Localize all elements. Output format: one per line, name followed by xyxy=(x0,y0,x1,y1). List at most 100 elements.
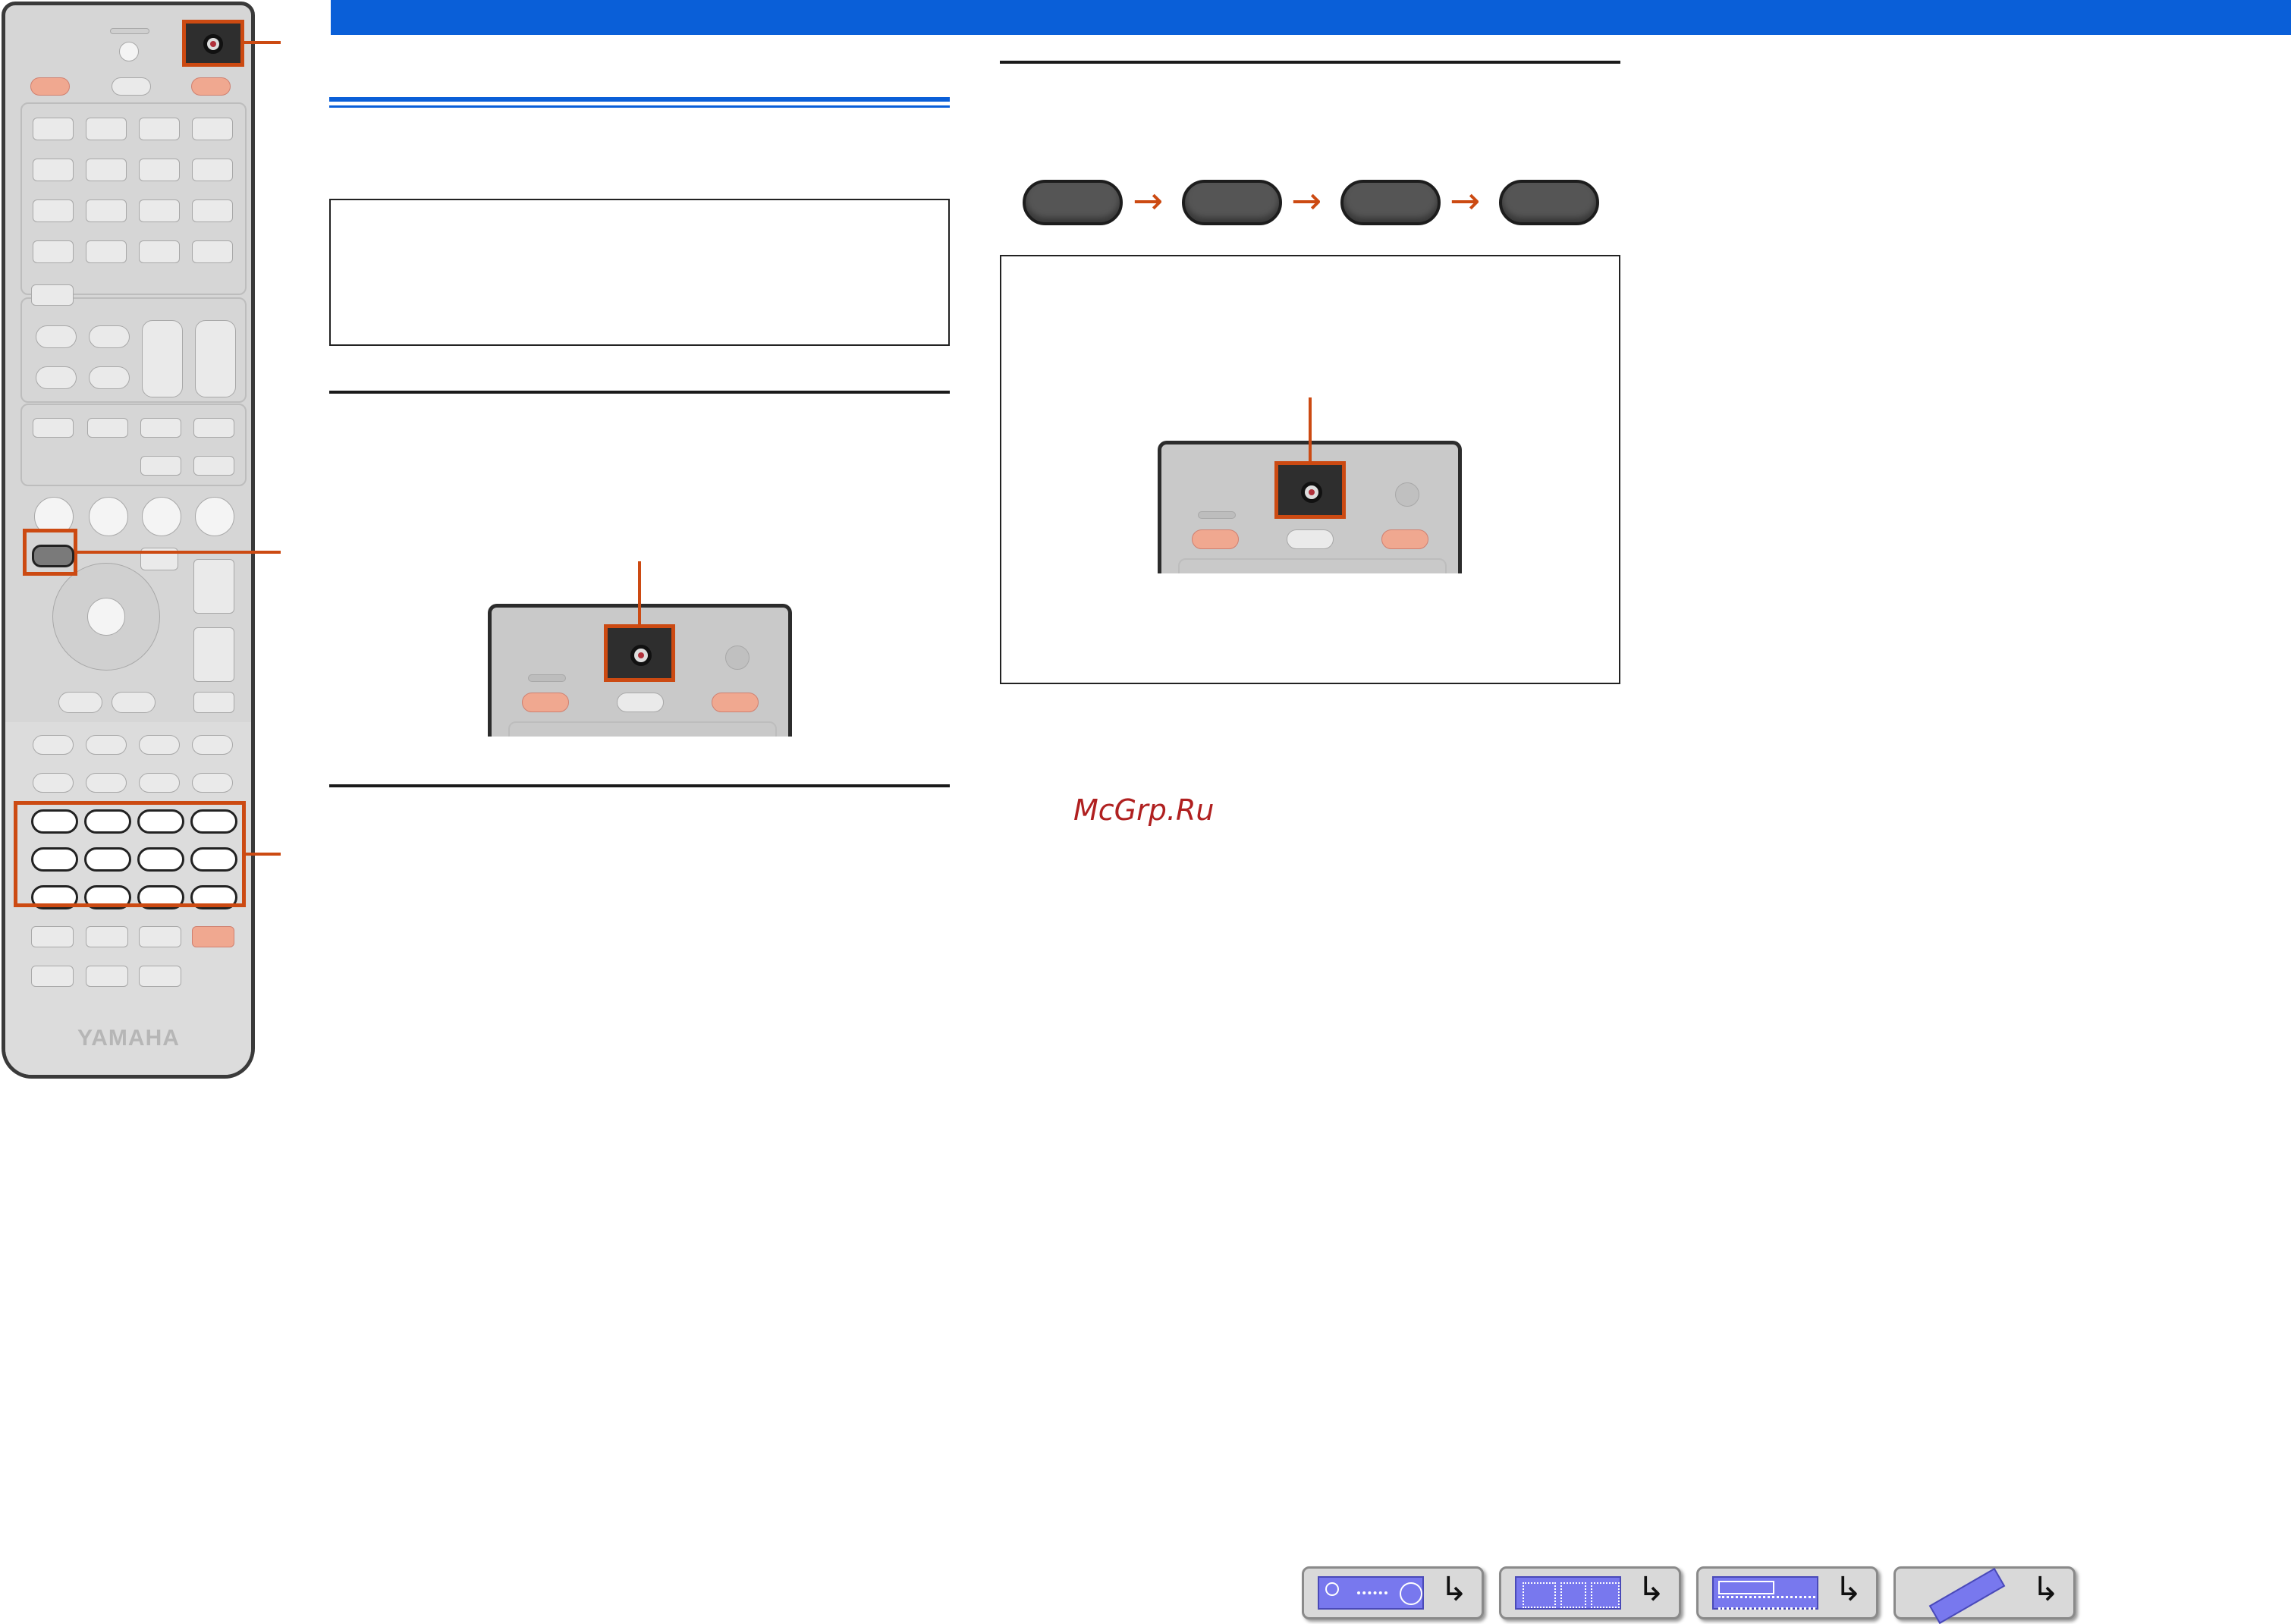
display-button xyxy=(112,692,156,713)
input-button-4 xyxy=(192,118,233,140)
input-button-15 xyxy=(139,240,180,263)
inset-right-indicator xyxy=(1198,511,1236,519)
inset-left-receiver-power xyxy=(712,693,759,712)
header-bar xyxy=(331,0,2291,35)
leader-line-top xyxy=(244,41,281,44)
nav-button-front-display[interactable]: ↳ xyxy=(1696,1566,1878,1619)
tv-power-button xyxy=(192,926,234,947)
front-display-icon xyxy=(1712,1576,1818,1610)
scene-button-3 xyxy=(36,366,77,389)
nav-arrow-icon-3: ↳ xyxy=(1834,1570,1862,1609)
flow-button-2 xyxy=(1182,180,1282,225)
input-button-14 xyxy=(86,240,127,263)
transport-button-4 xyxy=(192,735,233,755)
input-button-16 xyxy=(192,240,233,263)
inset-left-input-section xyxy=(508,721,777,737)
flow-button-1 xyxy=(1023,180,1123,225)
transport-button-7 xyxy=(139,773,180,793)
note-box-left xyxy=(329,199,950,346)
receiver-rear-panel-icon xyxy=(1515,1576,1621,1610)
step-rule-1 xyxy=(329,391,950,394)
nav-button-rear-panel[interactable]: ↳ xyxy=(1499,1566,1681,1619)
transport-button-2 xyxy=(86,735,127,755)
function-button-3 xyxy=(140,418,181,438)
volume-up-button xyxy=(193,559,234,614)
tv-channel-up xyxy=(139,926,181,947)
tv-volume-down xyxy=(86,966,128,987)
nav-button-front-panel[interactable]: ↳ xyxy=(1302,1566,1484,1619)
receiver-front-panel-icon xyxy=(1318,1576,1424,1610)
inset-right-leader xyxy=(1309,397,1312,461)
tv-mute-button xyxy=(31,966,74,987)
inset-right-ir-window xyxy=(1395,482,1419,507)
mute-button xyxy=(193,692,234,713)
tv-channel-down xyxy=(139,966,181,987)
input-button-11 xyxy=(139,199,180,222)
remote-ir-window xyxy=(119,42,139,61)
input-button-8 xyxy=(192,159,233,181)
program-rocker xyxy=(142,320,183,397)
leader-line-middle xyxy=(77,551,281,554)
callout-numeric-keypad xyxy=(14,801,246,907)
inset-left-ir-transmitter-icon xyxy=(630,645,652,666)
scene-button-4 xyxy=(89,366,130,389)
input-button-6 xyxy=(86,159,127,181)
input-button-1 xyxy=(33,118,74,140)
inset-left-ir-window xyxy=(725,646,750,670)
transport-button-6 xyxy=(86,773,127,793)
inset-right-callout xyxy=(1274,461,1346,519)
callout-top-button xyxy=(182,20,244,67)
function-button-5 xyxy=(140,456,181,476)
yamaha-logo: YAMAHA xyxy=(77,1026,180,1051)
function-button-2 xyxy=(87,418,128,438)
input-button-10 xyxy=(86,199,127,222)
section-double-rule-thin xyxy=(329,105,950,108)
function-button-6 xyxy=(193,456,234,476)
tv-input-button xyxy=(31,926,74,947)
input-button-9 xyxy=(33,199,74,222)
transport-button-5 xyxy=(33,773,74,793)
flow-arrow-1: → xyxy=(1133,180,1164,222)
scene-button-1 xyxy=(36,325,77,348)
setup-button xyxy=(32,545,74,567)
step-rule-2 xyxy=(329,784,950,787)
ir-transmitter-icon xyxy=(203,34,223,54)
inset-right-source-power xyxy=(1192,529,1239,549)
transport-button-3 xyxy=(139,735,180,755)
input-button-13 xyxy=(33,240,74,263)
leader-line-bottom xyxy=(246,853,281,856)
watermark: McGrp.Ru xyxy=(1073,793,1215,827)
inset-left-source-power xyxy=(522,693,569,712)
callout-setup-button xyxy=(23,529,77,576)
nav-arrow-icon-4: ↳ xyxy=(2032,1570,2060,1609)
flow-arrow-2: → xyxy=(1291,180,1322,222)
round-button-3 xyxy=(142,497,181,536)
inset-right-standby xyxy=(1287,529,1334,549)
volume-down-button xyxy=(193,627,234,682)
inset-left-callout xyxy=(604,624,675,682)
nav-button-remote[interactable]: ↳ xyxy=(1893,1566,2076,1624)
receiver-power-button xyxy=(191,77,231,96)
inset-right-input-section xyxy=(1178,558,1447,573)
remote-indicator xyxy=(110,28,149,34)
inset-right-ir-transmitter-icon xyxy=(1301,482,1322,503)
nav-arrow-icon-2: ↳ xyxy=(1637,1570,1665,1609)
flow-button-4 xyxy=(1499,180,1599,225)
nav-arrow-icon-1: ↳ xyxy=(1440,1570,1468,1609)
function-button-1 xyxy=(33,418,74,438)
input-button-12 xyxy=(192,199,233,222)
input-button-3 xyxy=(139,118,180,140)
inset-left-standby xyxy=(617,693,664,712)
remote-control-icon xyxy=(1928,1567,2006,1624)
mode-button xyxy=(31,284,74,306)
inset-left-leader xyxy=(638,561,641,624)
transport-button-1 xyxy=(33,735,74,755)
source-power-button xyxy=(30,77,70,96)
transport-button-8 xyxy=(192,773,233,793)
round-button-4 xyxy=(195,497,234,536)
inset-left-indicator xyxy=(528,674,566,682)
inset-right-receiver-power xyxy=(1381,529,1428,549)
input-button-5 xyxy=(33,159,74,181)
round-button-2 xyxy=(89,497,128,536)
section-double-rule xyxy=(329,97,950,102)
